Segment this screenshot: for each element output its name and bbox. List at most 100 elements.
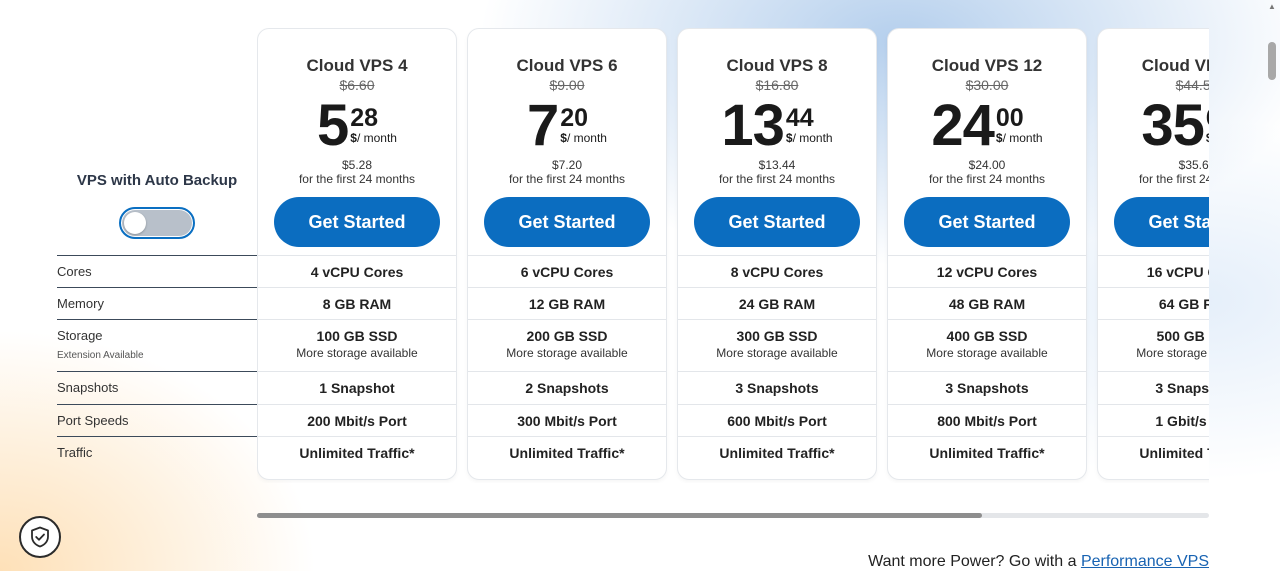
plan-price-unit: $/ month <box>1206 131 1209 146</box>
plan-storage-size: 400 GB SSD <box>946 328 1028 344</box>
plan-period: for the first 24 months <box>718 172 836 186</box>
plan-old-price: $44.50 <box>1175 77 1209 93</box>
plan-price: 13 44 $/ month <box>678 95 876 157</box>
more-power-label: Want more Power? Go with a <box>868 553 1077 570</box>
get-started-button[interactable]: Get Started <box>904 197 1070 247</box>
privacy-settings-button[interactable] <box>19 516 61 558</box>
plan-specs: 6 vCPU Cores 12 GB RAM 200 GB SSD More s… <box>468 255 666 468</box>
plan-cores: 4 vCPU Cores <box>258 255 456 287</box>
plan-price: 24 00 $/ month <box>888 95 1086 157</box>
plan-cores: 8 vCPU Cores <box>678 255 876 287</box>
performance-vps-link[interactable]: Performance VPS <box>1081 553 1209 570</box>
plan-price-side: 44 $/ month <box>786 95 833 146</box>
plan-cards-scroller[interactable]: Cloud VPS 4 $6.60 5 28 $/ month $5.28 fo… <box>257 28 1209 483</box>
plan-memory: 8 GB RAM <box>258 287 456 319</box>
get-started-button[interactable]: Get Started <box>274 197 440 247</box>
plan-price-inner: 35 60 $/ month <box>1141 95 1209 157</box>
plan-regular-price: $5.28 <box>341 158 373 172</box>
feature-label-storage-text: Storage <box>57 328 103 343</box>
get-started-button[interactable]: Get Started <box>1114 197 1209 247</box>
auto-backup-title: VPS with Auto Backup <box>76 172 238 189</box>
plan-price: 5 28 $/ month <box>258 95 456 157</box>
plan-price-int: 7 <box>527 93 559 158</box>
plan-old-price: $16.80 <box>755 77 799 93</box>
plan-storage: 400 GB SSD More storage available <box>888 319 1086 371</box>
scroll-up-arrow-icon[interactable]: ▲ <box>1268 2 1276 12</box>
plan-name: Cloud VPS 6 <box>516 56 618 75</box>
plan-port: 800 Mbit/s Port <box>888 404 1086 436</box>
auto-backup-section: VPS with Auto Backup <box>57 172 257 239</box>
plan-card-2: Cloud VPS 6 $9.00 7 20 $/ month $7.20 fo… <box>467 28 667 480</box>
plan-traffic: Unlimited Traffic* <box>678 436 876 468</box>
feature-label-traffic: Traffic <box>57 436 257 468</box>
plan-traffic: Unlimited Traffic* <box>1098 436 1209 468</box>
plan-specs: 16 vCPU Cores 64 GB RAM 500 GB SSD More … <box>1098 255 1209 468</box>
plan-price-side: 20 $/ month <box>560 95 607 146</box>
plan-currency: $ <box>785 131 793 145</box>
plan-snapshots: 3 Snapshots <box>1098 371 1209 404</box>
feature-labels: Cores Memory Storage Extension Available… <box>57 255 257 468</box>
toggle-knob <box>124 212 146 234</box>
plan-snapshots: 3 Snapshots <box>888 371 1086 404</box>
plan-price-unit: $/ month <box>560 131 607 146</box>
plan-name: Cloud VPS 4 <box>306 56 408 75</box>
plan-price-cents: 00 <box>995 104 1024 132</box>
auto-backup-toggle[interactable] <box>119 207 195 239</box>
plan-period: for the first 24 months <box>1138 172 1209 186</box>
plan-card-5: Cloud VPS 16 $44.50 35 60 $/ month $35.6… <box>1097 28 1209 480</box>
plan-card-1: Cloud VPS 4 $6.60 5 28 $/ month $5.28 fo… <box>257 28 457 480</box>
plan-name: Cloud VPS 12 <box>931 56 1043 75</box>
plan-price-side: 60 $/ month <box>1206 95 1209 146</box>
plan-storage-note: More storage available <box>1136 346 1209 360</box>
cards-scrollbar-thumb[interactable] <box>257 513 982 518</box>
plan-price-side: 28 $/ month <box>350 95 397 146</box>
get-started-button[interactable]: Get Started <box>694 197 860 247</box>
get-started-button[interactable]: Get Started <box>484 197 650 247</box>
plan-price-inner: 13 44 $/ month <box>721 95 832 157</box>
feature-label-snapshots: Snapshots <box>57 371 257 404</box>
plan-period: for the first 24 months <box>298 172 416 186</box>
plan-old-price: $9.00 <box>549 77 585 93</box>
cards-scrollbar-track[interactable] <box>257 513 1209 518</box>
plan-currency: $ <box>995 131 1003 145</box>
plan-currency: $ <box>1206 131 1209 145</box>
plan-port: 1 Gbit/s Port <box>1098 404 1209 436</box>
plan-port: 200 Mbit/s Port <box>258 404 456 436</box>
plan-storage-note: More storage available <box>296 346 418 360</box>
plan-storage-size: 500 GB SSD <box>1156 328 1209 344</box>
plan-per: / month <box>792 131 833 145</box>
plan-cores: 12 vCPU Cores <box>888 255 1086 287</box>
plan-name: Cloud VPS 16 <box>1141 56 1209 75</box>
plan-period: for the first 24 months <box>928 172 1046 186</box>
plan-cores: 6 vCPU Cores <box>468 255 666 287</box>
plan-memory: 48 GB RAM <box>888 287 1086 319</box>
plan-old-price: $6.60 <box>339 77 375 93</box>
plan-price: 35 60 $/ month <box>1098 95 1209 157</box>
plan-traffic: Unlimited Traffic* <box>468 436 666 468</box>
plan-price-inner: 5 28 $/ month <box>317 95 397 157</box>
plan-specs: 8 vCPU Cores 24 GB RAM 300 GB SSD More s… <box>678 255 876 468</box>
plan-storage-note: More storage available <box>926 346 1048 360</box>
plan-memory: 64 GB RAM <box>1098 287 1209 319</box>
plan-card-4: Cloud VPS 12 $30.00 24 00 $/ month $24.0… <box>887 28 1087 480</box>
plan-storage: 500 GB SSD More storage available <box>1098 319 1209 371</box>
page-scrollbar-thumb[interactable] <box>1268 42 1276 80</box>
plan-storage-size: 300 GB SSD <box>736 328 818 344</box>
plan-regular-price: $35.60 <box>1178 158 1209 172</box>
plan-price-int: 24 <box>931 93 995 158</box>
plan-specs: 12 vCPU Cores 48 GB RAM 400 GB SSD More … <box>888 255 1086 468</box>
plan-snapshots: 2 Snapshots <box>468 371 666 404</box>
plan-regular-price: $7.20 <box>551 158 583 172</box>
feature-label-memory: Memory <box>57 287 257 319</box>
plan-snapshots: 3 Snapshots <box>678 371 876 404</box>
plan-currency: $ <box>350 131 357 145</box>
plan-price-int: 35 <box>1141 93 1205 158</box>
plan-price-cents: 20 <box>560 104 589 132</box>
plan-specs: 4 vCPU Cores 8 GB RAM 100 GB SSD More st… <box>258 255 456 468</box>
plan-period: for the first 24 months <box>508 172 626 186</box>
plan-price-unit: $/ month <box>786 131 833 146</box>
plan-name: Cloud VPS 8 <box>726 56 828 75</box>
plan-regular-price: $24.00 <box>968 158 1006 172</box>
plan-per: / month <box>566 131 607 145</box>
more-power-text: Want more Power? Go with a Performance V… <box>868 553 1209 571</box>
